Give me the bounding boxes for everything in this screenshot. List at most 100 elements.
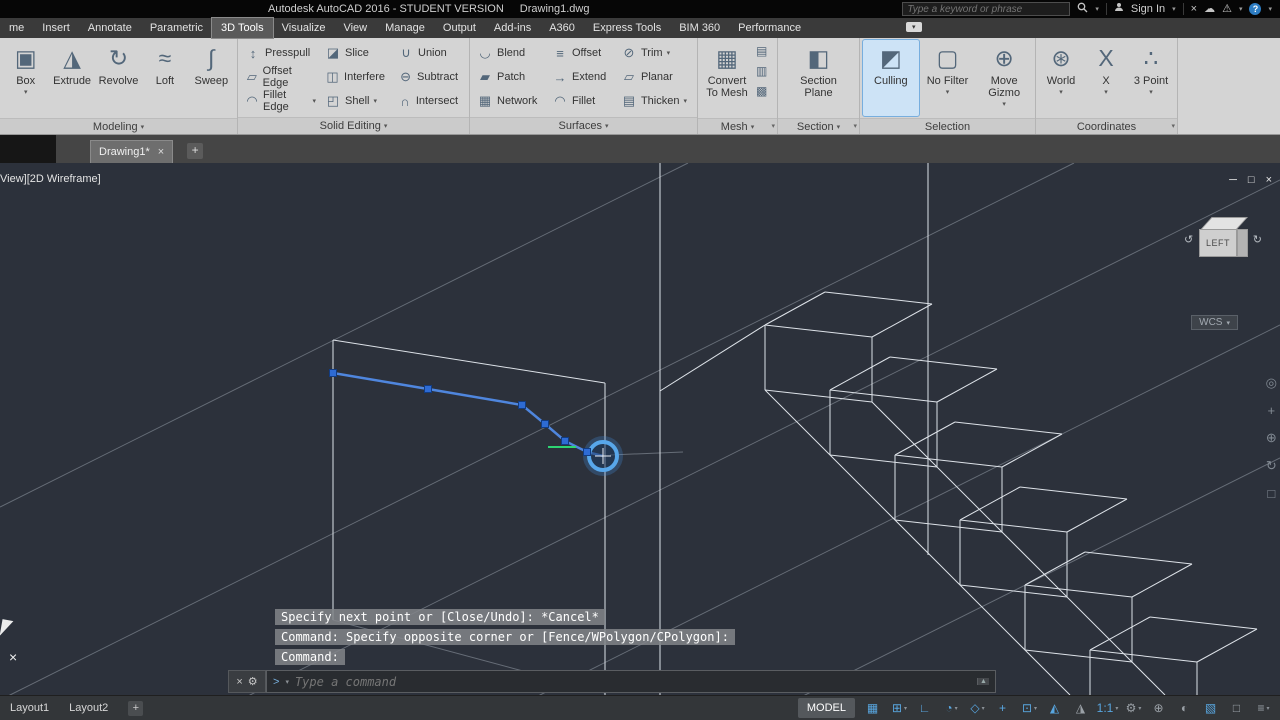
graphics-performance-icon[interactable]: ▧ <box>1199 698 1224 718</box>
ucs-3point-button[interactable]: ∴ 3 Point ▾ <box>1129 40 1173 116</box>
snap-mode-icon[interactable]: ⊞ ▾ <box>887 698 912 718</box>
panel-label-surfaces[interactable]: Surfaces ▾ <box>470 117 697 134</box>
zoom-icon[interactable]: ⊕ <box>1266 430 1277 446</box>
no-filter-button[interactable]: ▢ No Filter ▾ <box>920 40 976 116</box>
close-icon[interactable]: × <box>1266 174 1272 186</box>
minimize-icon[interactable]: ─ <box>1229 174 1237 186</box>
annotation-monitor-icon[interactable]: ⊕ <box>1147 698 1172 718</box>
x-icon[interactable]: × <box>1191 2 1197 16</box>
customization-icon[interactable]: ≡ ▾ <box>1251 698 1276 718</box>
viewcube-rotate-right-icon[interactable]: ↻ <box>1253 233 1262 246</box>
command-line[interactable]: > ▾ ▲ <box>266 670 996 693</box>
panel-label-solid-editing[interactable]: Solid Editing ▾ <box>238 117 469 134</box>
workspace-icon[interactable]: ⚙ ▾ <box>1121 698 1146 718</box>
file-tab-drawing1[interactable]: Drawing1* × <box>90 140 174 163</box>
culling-button[interactable]: ◩ Culling <box>862 39 920 117</box>
interfere-button[interactable]: ◫ Interfere <box>321 66 393 88</box>
trim-button[interactable]: ⊘ Trim ▾ <box>617 42 691 64</box>
union-button[interactable]: ∪ Union <box>394 42 466 64</box>
show-motion-icon[interactable]: □ <box>1266 486 1277 501</box>
subtract-button[interactable]: ⊖ Subtract <box>394 66 466 88</box>
viewcube[interactable]: ↺ ↻ LEFT <box>1184 215 1262 281</box>
object-snap-icon[interactable]: ⊡ ▾ <box>1017 698 1042 718</box>
intersect-button[interactable]: ∩ Intersect <box>394 90 466 112</box>
autoscale-icon[interactable]: ◮ <box>1069 698 1094 718</box>
revolve-button[interactable]: ↻ Revolve <box>96 40 141 116</box>
keyword-search-input[interactable] <box>902 2 1071 16</box>
presspull-button[interactable]: ↕ Presspull <box>241 42 320 64</box>
ucs-x-button[interactable]: X X ▾ <box>1084 40 1128 116</box>
slice-button[interactable]: ◪ Slice <box>321 42 393 64</box>
tab-parametric[interactable]: Parametric <box>141 18 212 38</box>
tab-annotate[interactable]: Annotate <box>79 18 141 38</box>
layout-tab[interactable]: Layout2 <box>59 696 118 720</box>
smooth-more-button[interactable]: ▥ <box>756 64 767 78</box>
tab-add-ins[interactable]: Add-ins <box>485 18 540 38</box>
cloud-icon[interactable]: ☁ <box>1204 2 1215 16</box>
tab-visualize[interactable]: Visualize <box>273 18 335 38</box>
alert-dropdown-icon[interactable]: ▾ <box>1239 5 1243 13</box>
osnap-tracking-icon[interactable]: + <box>991 698 1016 718</box>
panel-label-section[interactable]: Section ▾ ▾ <box>778 118 859 134</box>
fillet-button[interactable]: ◠ Fillet <box>548 90 616 112</box>
offset-button[interactable]: ≡ Offset <box>548 42 616 64</box>
alert-icon[interactable]: ⚠ <box>1222 2 1232 16</box>
help-icon[interactable]: ? <box>1249 3 1262 15</box>
sign-in-dropdown-icon[interactable]: ▾ <box>1172 5 1176 13</box>
orbit-icon[interactable]: ↻ <box>1266 458 1277 474</box>
sweep-button[interactable]: ∫ Sweep <box>189 40 234 116</box>
panel-launcher-icon[interactable]: ▾ <box>771 122 775 130</box>
file-tab-close-icon[interactable]: × <box>158 146 164 158</box>
command-close-icon[interactable]: × <box>236 676 242 688</box>
extend-button[interactable]: → Extend <box>548 66 616 88</box>
viewcube-side-face[interactable] <box>1237 229 1248 257</box>
drawing-canvas[interactable]: View][2D Wireframe] ─ □ × ↺ ↻ LEFT WCS ▾… <box>0 163 1280 695</box>
help-dropdown-icon[interactable]: ▾ <box>1268 5 1272 13</box>
ortho-icon[interactable]: ∟ <box>913 698 938 718</box>
panel-launcher-icon[interactable]: ▾ <box>1171 122 1175 130</box>
tab-performance[interactable]: Performance <box>729 18 810 38</box>
network-button[interactable]: ▦ Network <box>473 90 547 112</box>
ribbon-display-toggle-icon[interactable]: ▾ <box>906 22 922 32</box>
tab-bim-360[interactable]: BIM 360 <box>670 18 729 38</box>
navigation-wheel-icon[interactable]: ◎ <box>1266 375 1277 391</box>
thicken-button[interactable]: ▤ Thicken ▾ <box>617 90 691 112</box>
panel-label-selection[interactable]: Selection <box>860 118 1035 134</box>
model-space-button[interactable]: MODEL <box>797 698 855 718</box>
isolate-objects-icon[interactable]: ◐ <box>1173 698 1198 718</box>
tab-home[interactable]: me <box>0 18 33 38</box>
recent-commands-icon[interactable]: ▾ <box>285 678 289 686</box>
search-dropdown-icon[interactable]: ▾ <box>1095 5 1099 13</box>
restore-icon[interactable]: □ <box>1248 174 1255 186</box>
move-gizmo-button[interactable]: ⊕ Move Gizmo ▾ <box>976 40 1032 116</box>
extrude-button[interactable]: ◮ Extrude <box>49 40 94 116</box>
smooth-object-button[interactable]: ▤ <box>756 44 767 58</box>
search-icon[interactable] <box>1077 2 1088 17</box>
layout-tab[interactable]: Layout1 <box>0 696 59 720</box>
tab-express-tools[interactable]: Express Tools <box>584 18 670 38</box>
grid-icon[interactable]: ▦ <box>861 698 886 718</box>
loft-button[interactable]: ≈ Loft <box>142 40 187 116</box>
tab-3d-tools[interactable]: 3D Tools <box>211 17 274 39</box>
polar-tracking-icon[interactable]: ◔ ▾ <box>939 698 964 718</box>
smooth-less-button[interactable]: ▩ <box>756 84 767 98</box>
annotation-visibility-icon[interactable]: ◭ <box>1043 698 1068 718</box>
fillet-edge-button[interactable]: ◠ Fillet Edge ▾ <box>241 89 320 113</box>
planar-button[interactable]: ▱ Planar <box>617 66 691 88</box>
isometric-drafting-icon[interactable]: ◇ ▾ <box>965 698 990 718</box>
convert-to-mesh-button[interactable]: ▦ Convert To Mesh <box>701 40 753 116</box>
new-layout-button[interactable]: + <box>128 700 144 716</box>
box-button[interactable]: ▣ Box ▾ <box>3 40 48 116</box>
command-customize-icon[interactable]: ⚙ <box>248 675 258 688</box>
section-plane-button[interactable]: ◧ Section Plane <box>791 40 847 116</box>
new-drawing-button[interactable]: + <box>187 143 204 159</box>
command-input[interactable] <box>294 674 971 689</box>
tab-manage[interactable]: Manage <box>376 18 434 38</box>
offset-edge-button[interactable]: ▱ Offset Edge <box>241 65 320 89</box>
panel-label-modeling[interactable]: Modeling ▾ <box>0 118 237 134</box>
panel-label-mesh[interactable]: Mesh ▾ ▾ <box>698 118 777 134</box>
blend-button[interactable]: ◡ Blend <box>473 42 547 64</box>
viewcube-rotate-left-icon[interactable]: ↺ <box>1184 233 1193 246</box>
sign-in-button[interactable]: Sign In <box>1131 3 1165 15</box>
tab-insert[interactable]: Insert <box>33 18 79 38</box>
